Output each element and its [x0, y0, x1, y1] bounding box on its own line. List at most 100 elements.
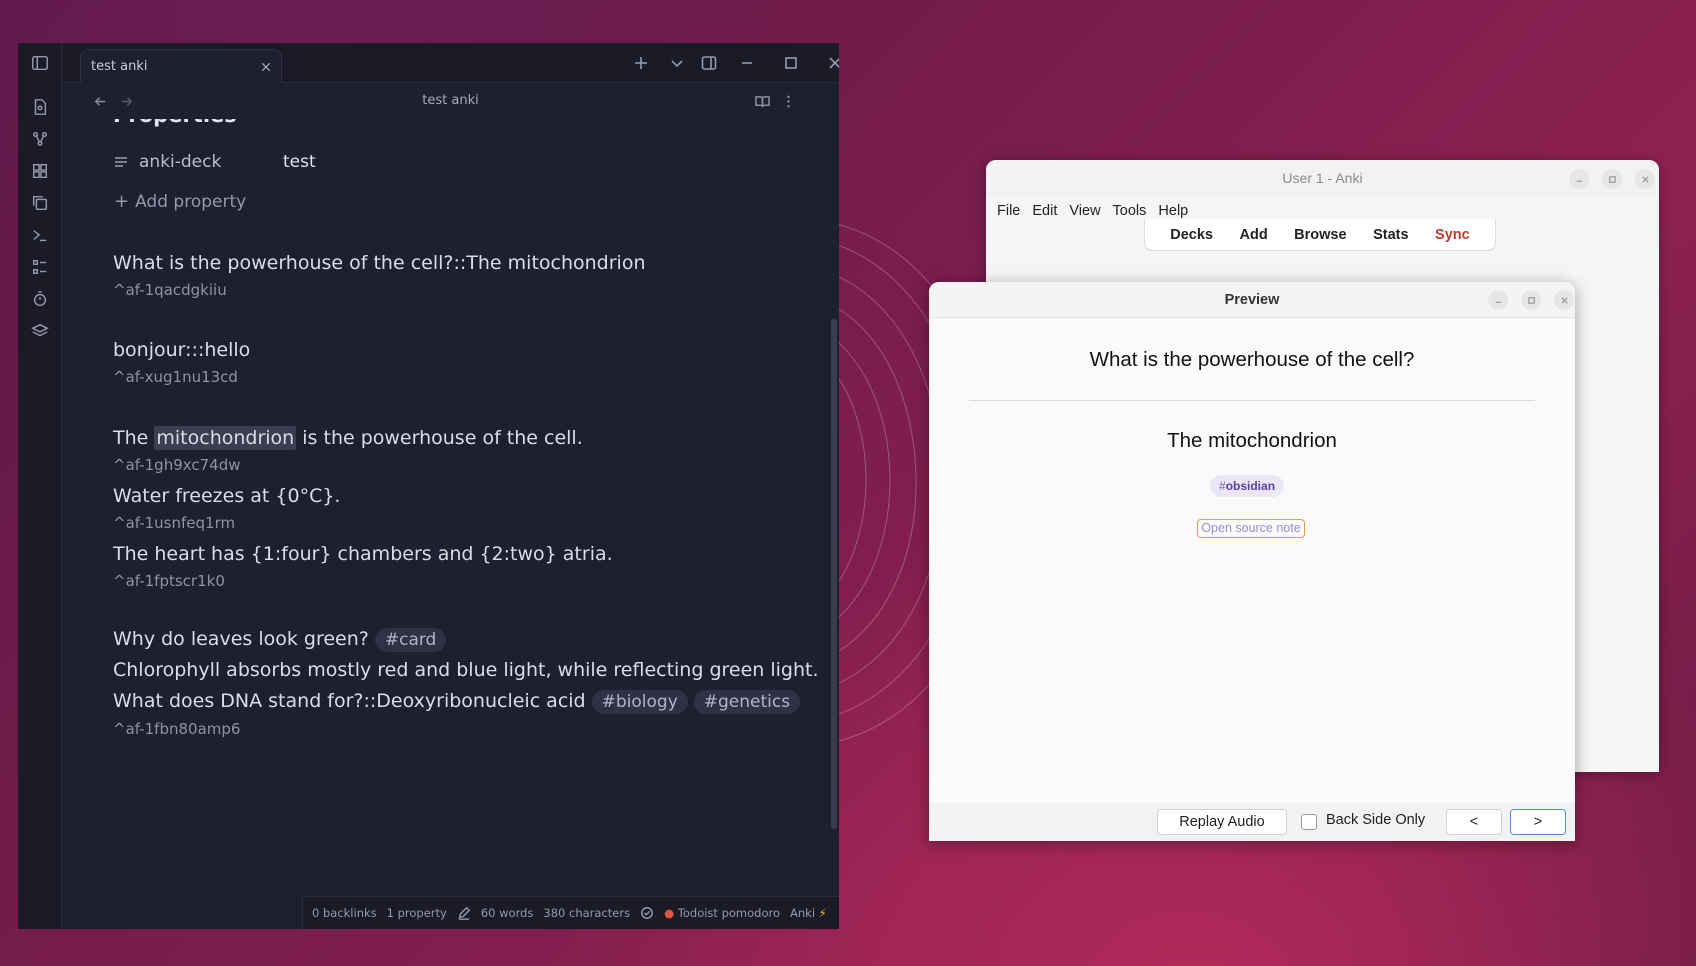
tab-title: test anki — [91, 59, 148, 74]
block-id: ^af-1gh9xc74dw — [113, 456, 241, 474]
menu-edit[interactable]: Edit — [1027, 201, 1062, 221]
menu-help[interactable]: Help — [1153, 201, 1193, 221]
note-line[interactable]: What does DNA stand for?::Deoxyribonucle… — [113, 690, 801, 714]
block-id: ^af-1fptscr1k0 — [113, 572, 225, 590]
card-question: What is the powerhouse of the cell? — [1089, 348, 1415, 371]
obsidian-window: test anki test anki anki-deck test + Add… — [18, 43, 839, 929]
reading-view-icon[interactable] — [752, 91, 772, 111]
tag-name: obsidian — [1225, 479, 1276, 493]
text-span: is the powerhouse of the cell. — [296, 427, 583, 449]
block-id: ^af-1usnfeq1rm — [113, 514, 236, 532]
text-span: The — [113, 427, 155, 449]
properties-heading: Properties — [113, 119, 237, 127]
word-count: 60 words — [480, 906, 534, 920]
add-property-label: Add property — [135, 191, 247, 212]
card-text: What does DNA stand for?::Deoxyribonucle… — [113, 690, 586, 712]
note-editor[interactable]: Properties anki-deck test + Add property… — [62, 119, 839, 896]
backlinks-count[interactable]: 0 backlinks — [312, 906, 377, 920]
text-property-icon — [115, 157, 127, 167]
replay-audio-button[interactable]: Replay Audio — [1157, 809, 1287, 835]
copy-icon[interactable] — [30, 193, 50, 213]
decks-button[interactable]: Decks — [1170, 227, 1213, 243]
next-card-button[interactable]: > — [1510, 809, 1566, 835]
stats-button[interactable]: Stats — [1373, 227, 1408, 243]
card-question: Why do leaves look green? — [113, 628, 369, 650]
list-icon[interactable] — [30, 257, 50, 277]
layers-icon[interactable] — [30, 321, 50, 341]
pomodoro-label: Todoist pomodoro — [677, 906, 780, 920]
canvas-icon[interactable] — [30, 161, 50, 181]
property-key[interactable]: anki-deck — [113, 152, 283, 172]
minimize-icon[interactable] — [1488, 290, 1508, 310]
minimize-icon[interactable] — [1569, 169, 1589, 189]
scrollbar[interactable] — [831, 319, 837, 829]
character-count: 380 characters — [543, 906, 631, 920]
view-header: test anki — [62, 83, 839, 119]
status-bar: 0 backlinks 1 property 60 words 380 char… — [302, 896, 839, 929]
preview-window: Preview What is the powerhouse of the ce… — [929, 282, 1575, 841]
back-side-only-checkbox[interactable] — [1301, 814, 1317, 830]
add-button[interactable]: Add — [1239, 227, 1267, 243]
maximize-icon[interactable] — [1521, 290, 1541, 310]
tab-test-anki[interactable]: test anki — [80, 49, 282, 83]
tag-genetics[interactable]: #genetics — [693, 690, 801, 714]
property-value[interactable]: test — [283, 152, 316, 172]
chevron-down-icon[interactable] — [666, 52, 688, 74]
note-line[interactable]: The heart has {1:four} chambers and {2:t… — [113, 543, 613, 565]
terminal-icon[interactable] — [30, 225, 50, 245]
note-line[interactable]: Chlorophyll absorbs mostly red and blue … — [113, 659, 819, 681]
anki-status[interactable]: Anki ⚡ — [790, 906, 827, 920]
left-ribbon — [18, 43, 62, 929]
menu-view[interactable]: View — [1064, 201, 1105, 221]
new-tab-icon[interactable] — [630, 52, 652, 74]
graph-icon[interactable] — [30, 129, 50, 149]
sidebar-toggle-icon[interactable] — [30, 53, 50, 73]
menu-file[interactable]: File — [992, 201, 1025, 221]
anki-toolbar: Decks Add Browse Stats Sync — [1144, 219, 1496, 251]
tag-biology[interactable]: #biology — [591, 690, 688, 714]
right-sidebar-icon[interactable] — [698, 52, 720, 74]
browse-button[interactable]: Browse — [1294, 227, 1346, 243]
card-tag: #obsidian — [1210, 475, 1285, 497]
minimize-icon[interactable] — [736, 52, 758, 74]
lightning-icon: ⚡ — [818, 906, 827, 920]
previous-card-button[interactable]: < — [1446, 809, 1502, 835]
answer-divider — [969, 400, 1535, 401]
highlighted-text: mitochondrion — [154, 426, 297, 450]
block-id: ^af-1qacdgkiiu — [113, 281, 227, 299]
note-line[interactable]: The mitochondrion is the powerhouse of t… — [113, 426, 583, 450]
note-title: test anki — [422, 93, 479, 108]
note-line[interactable]: Why do leaves look green? #card — [113, 628, 447, 652]
more-options-icon[interactable] — [778, 91, 798, 111]
note-line[interactable]: bonjour:::hello — [113, 339, 250, 361]
tomato-icon: ● — [664, 906, 675, 920]
add-property-button[interactable]: + Add property — [114, 191, 246, 212]
block-id: ^af-xug1nu13cd — [113, 368, 238, 386]
close-window-icon[interactable] — [824, 52, 839, 74]
note-line[interactable]: Water freezes at {0°C}. — [113, 485, 340, 507]
close-icon[interactable] — [1635, 169, 1655, 189]
maximize-icon[interactable] — [780, 52, 802, 74]
properties-count[interactable]: 1 property — [387, 906, 447, 920]
maximize-icon[interactable] — [1602, 169, 1622, 189]
pomodoro-status[interactable]: ● Todoist pomodoro — [664, 906, 780, 920]
window-title: User 1 - Anki — [986, 160, 1659, 197]
sync-button[interactable]: Sync — [1435, 227, 1470, 243]
open-source-note-link[interactable]: Open source note — [1197, 519, 1305, 538]
timer-icon[interactable] — [30, 289, 50, 309]
block-id: ^af-1fbn80amp6 — [113, 720, 241, 738]
close-tab-icon[interactable] — [255, 56, 277, 78]
note-line[interactable]: What is the powerhouse of the cell?::The… — [113, 252, 646, 274]
sync-check-icon[interactable] — [640, 906, 654, 920]
edit-pencil-icon[interactable] — [457, 906, 471, 920]
close-icon[interactable] — [1554, 290, 1574, 310]
anki-label: Anki — [790, 906, 816, 920]
property-row[interactable]: anki-deck test — [113, 147, 753, 177]
file-icon[interactable] — [30, 97, 50, 117]
tag-card[interactable]: #card — [374, 628, 447, 652]
preview-controls: Replay Audio Back Side Only < > — [929, 803, 1575, 841]
back-side-only-label: Back Side Only — [1326, 812, 1426, 828]
card-answer: The mitochondrion — [1167, 429, 1337, 452]
tag-hash: # — [1219, 479, 1226, 493]
menu-tools[interactable]: Tools — [1108, 201, 1152, 221]
